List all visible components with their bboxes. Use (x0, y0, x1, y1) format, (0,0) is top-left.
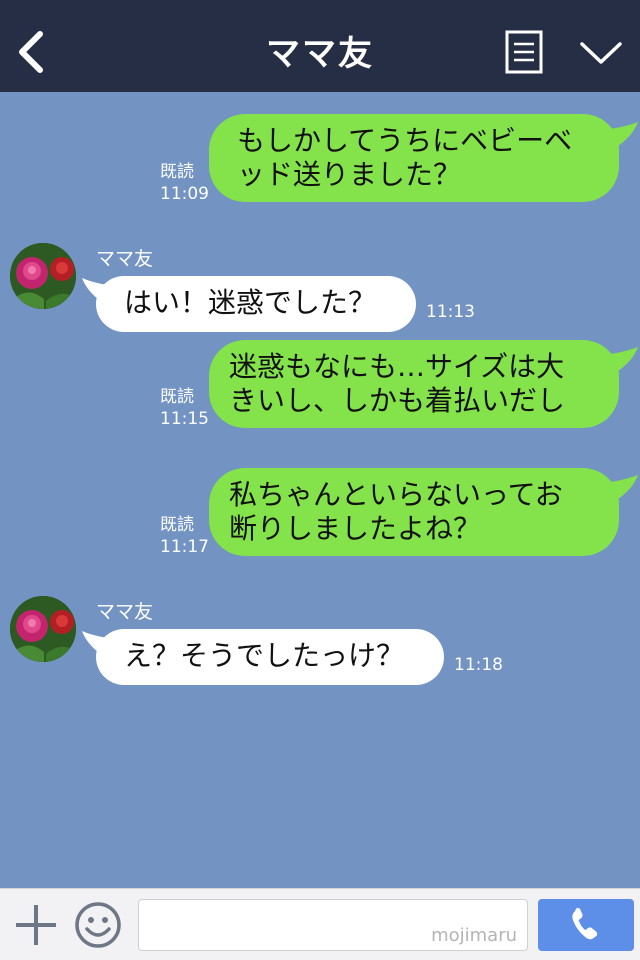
chevron-down-icon (580, 42, 622, 64)
message-bubble-sent[interactable]: もしかしてうちにベビーベ ッド送りました？ (209, 114, 619, 202)
message-line: 迷惑もなにも…サイズは大 (229, 350, 565, 383)
rose-avatar-image (10, 596, 76, 662)
message-line: 私ちゃんといらないってお (229, 478, 563, 511)
message-time: 11:09 (160, 184, 209, 204)
sender-name: ママ友 (96, 248, 154, 270)
message-line: きいし、しかも着払いだし (229, 384, 566, 417)
phone-icon (572, 907, 598, 940)
chat-title: ママ友 (266, 34, 374, 74)
read-receipt: 既読 11:09 (160, 161, 209, 205)
chat-area[interactable]: 既読 11:09 もしかしてうちにベビーベ ッド送りました？ ママ友 はい！迷惑… (0, 92, 640, 888)
chat-header: ママ友 (0, 0, 640, 92)
avatar[interactable] (10, 596, 76, 662)
message-line: 断りしましたよね？ (229, 512, 482, 545)
rose-avatar-image (10, 243, 76, 309)
read-label: 既読 (160, 515, 194, 535)
list-icon (505, 30, 543, 74)
message-line: はい！迷惑でした？ (124, 286, 377, 319)
menu-button[interactable] (505, 30, 543, 74)
message-time: 11:18 (454, 655, 503, 675)
collapse-button[interactable] (578, 36, 624, 70)
sender-name: ママ友 (96, 601, 154, 623)
read-receipt: 既読 11:15 (160, 386, 209, 430)
message-input[interactable]: mojimaru (138, 899, 528, 951)
message-line: もしかしてうちにベビーベ (237, 124, 573, 157)
plus-icon (16, 905, 56, 945)
read-receipt: 既読 11:17 (160, 514, 209, 558)
call-button[interactable] (538, 899, 634, 951)
message-bubble-sent[interactable]: 迷惑もなにも…サイズは大 きいし、しかも着払いだし (209, 340, 619, 428)
watermark: mojimaru (431, 925, 517, 946)
message-time: 11:15 (160, 409, 209, 429)
smiley-icon (75, 902, 121, 948)
avatar[interactable] (10, 243, 76, 309)
emoji-button[interactable] (74, 901, 122, 949)
add-button[interactable] (14, 903, 58, 947)
message-line: ッド送りました？ (237, 158, 462, 191)
message-bubble-sent[interactable]: 私ちゃんといらないってお 断りしましたよね？ (209, 468, 619, 556)
message-time: 11:13 (426, 302, 475, 322)
message-time: 11:17 (160, 537, 209, 557)
input-bar: mojimaru (0, 888, 640, 960)
read-label: 既読 (160, 162, 194, 182)
read-label: 既読 (160, 387, 194, 407)
message-bubble-received[interactable]: え？そうでしたっけ？ (96, 629, 444, 685)
message-bubble-received[interactable]: はい！迷惑でした？ (96, 276, 416, 332)
message-line: え？そうでしたっけ？ (124, 639, 405, 672)
